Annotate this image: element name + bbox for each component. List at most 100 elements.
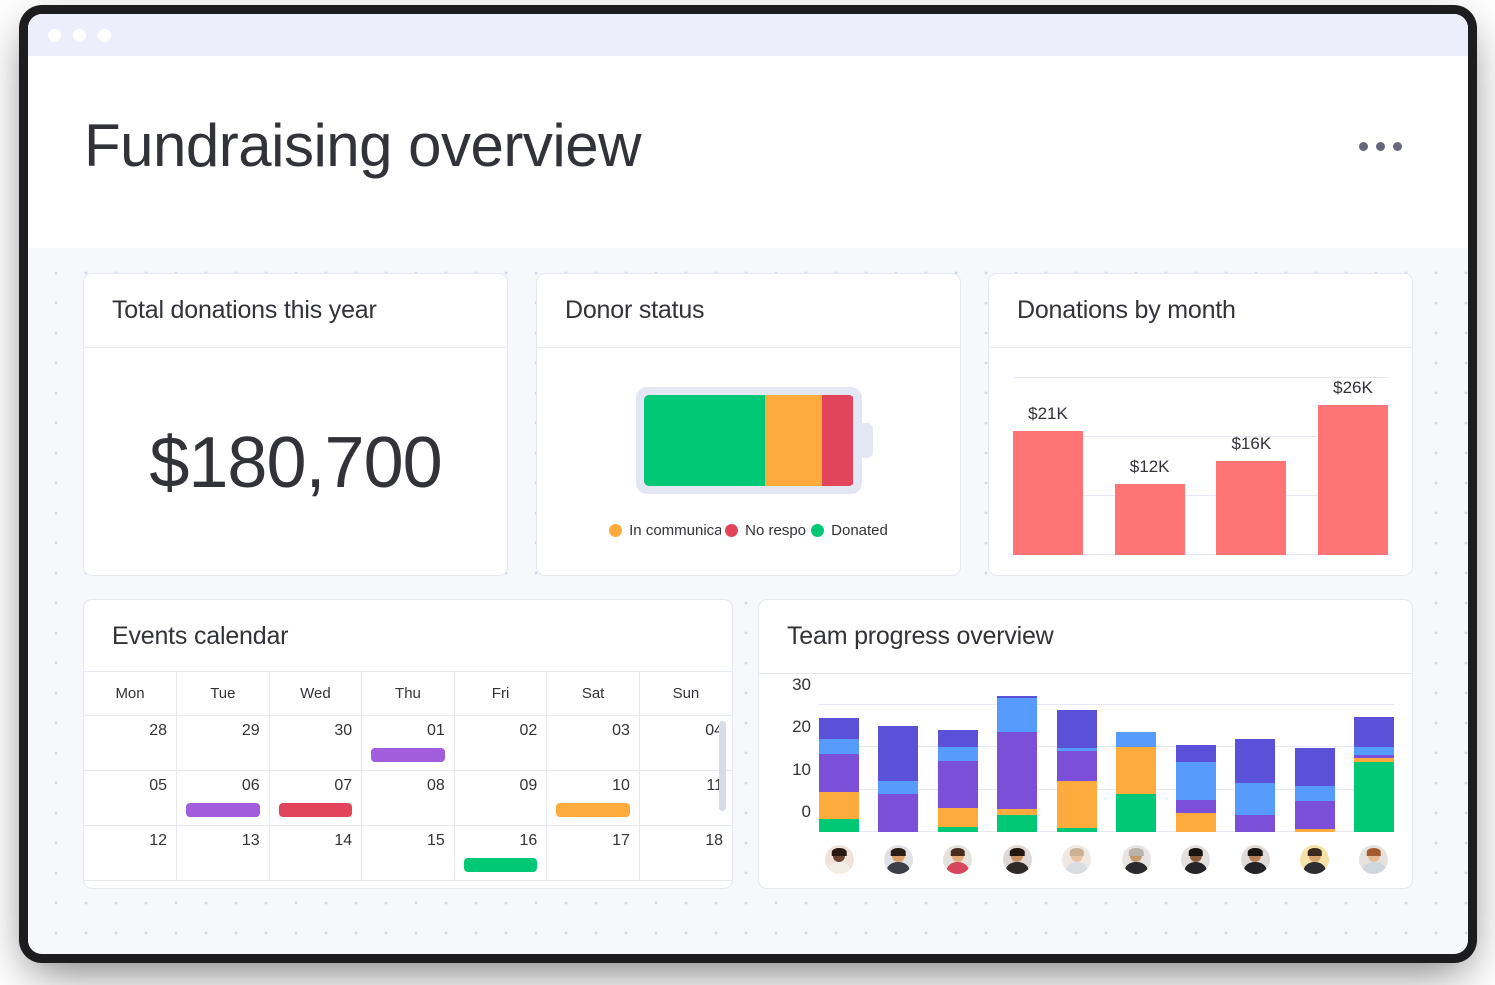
calendar-event-bar[interactable]	[186, 803, 260, 817]
stacked-bar-segment-violet[interactable]	[1175, 800, 1216, 813]
stacked-bar-segment-orange[interactable]	[937, 807, 978, 827]
bar[interactable]	[1013, 431, 1083, 555]
stacked-bar-column[interactable]	[997, 692, 1038, 832]
stacked-bar-column[interactable]	[1235, 692, 1276, 832]
bar[interactable]	[1317, 405, 1388, 555]
stacked-bar-column[interactable]	[1116, 692, 1157, 832]
stacked-bar-segment-light-blue[interactable]	[937, 747, 978, 762]
bar-column[interactable]: $21K	[1013, 378, 1083, 555]
stacked-bar-segment-light-blue[interactable]	[1175, 762, 1216, 801]
stacked-bar-segment-light-blue[interactable]	[1116, 732, 1157, 748]
stacked-bar-segment-violet[interactable]	[1056, 751, 1097, 782]
stacked-bar-segment-indigo[interactable]	[1235, 738, 1276, 784]
stacked-bar-segment-green[interactable]	[997, 815, 1038, 832]
stacked-bar-segment-green[interactable]	[937, 826, 978, 832]
calendar-day-cell[interactable]: 09	[454, 770, 548, 826]
stacked-bar-column[interactable]	[1353, 692, 1394, 832]
calendar-day-cell[interactable]: 28	[84, 715, 178, 771]
calendar-day-cell[interactable]: 14	[269, 825, 363, 881]
calendar-day-cell[interactable]: 30	[269, 715, 363, 771]
calendar-scrollbar[interactable]	[719, 721, 726, 811]
stacked-bar-segment-indigo[interactable]	[1353, 717, 1394, 747]
y-axis-tick-label: 30	[792, 674, 811, 694]
calendar-day-cell[interactable]: 03	[546, 715, 640, 771]
calendar-day-cell[interactable]: 18	[639, 825, 732, 881]
avatar[interactable]	[883, 845, 913, 874]
avatar[interactable]	[1121, 845, 1151, 874]
window-dot-maximize[interactable]	[98, 28, 111, 42]
stacked-bar-column[interactable]	[1175, 692, 1216, 832]
calendar-day-cell[interactable]: 08	[361, 770, 455, 826]
calendar-day-cell[interactable]: 29	[176, 715, 270, 771]
more-options-icon[interactable]	[1349, 132, 1412, 161]
stacked-bar-segment-light-blue[interactable]	[878, 781, 919, 794]
bar[interactable]	[1216, 460, 1287, 555]
legend-item: Donated	[811, 522, 888, 539]
avatar[interactable]	[943, 845, 973, 874]
stacked-bar-segment-violet[interactable]	[1294, 801, 1335, 829]
window-dot-close[interactable]	[48, 28, 61, 42]
avatar[interactable]	[1240, 845, 1270, 874]
calendar-day-cell[interactable]: 16	[454, 825, 548, 881]
stacked-bar-column[interactable]	[1056, 692, 1097, 832]
total-donations-value: $180,700	[149, 422, 442, 503]
calendar-day-cell[interactable]: 17	[546, 825, 640, 881]
bar-column[interactable]: $26K	[1317, 378, 1388, 555]
stacked-bar-segment-indigo[interactable]	[1056, 709, 1097, 749]
stacked-bar-segment-orange[interactable]	[1175, 812, 1216, 832]
stacked-bar-segment-light-blue[interactable]	[1235, 783, 1276, 816]
stacked-bar-segment-indigo[interactable]	[819, 717, 859, 739]
stacked-bar-segment-light-blue[interactable]	[1294, 786, 1335, 802]
bar-column[interactable]: $16K	[1216, 378, 1287, 555]
stacked-bar-segment-violet[interactable]	[1235, 815, 1276, 832]
stacked-bar-segment-indigo[interactable]	[1175, 745, 1216, 763]
calendar-event-bar[interactable]	[278, 803, 353, 817]
stacked-bar-segment-violet[interactable]	[937, 761, 978, 808]
stacked-bar-column[interactable]	[937, 692, 978, 832]
stacked-bar-segment-violet[interactable]	[878, 793, 919, 832]
avatar[interactable]	[1359, 845, 1389, 874]
stacked-bar-column[interactable]	[819, 692, 859, 832]
stacked-bar-segment-green[interactable]	[819, 819, 859, 832]
stacked-bar-segment-green[interactable]	[1353, 762, 1394, 832]
calendar-event-bar[interactable]	[463, 858, 538, 872]
calendar-day-cell[interactable]: 13	[176, 825, 270, 881]
calendar-day-cell[interactable]: 10	[546, 770, 640, 826]
calendar-day-cell[interactable]: 06	[176, 770, 270, 826]
stacked-bar-segment-green[interactable]	[1116, 793, 1157, 832]
stacked-bar-segment-indigo[interactable]	[1294, 748, 1335, 787]
stacked-bar-segment-orange[interactable]	[1294, 828, 1335, 832]
stacked-bar-column[interactable]	[1294, 692, 1335, 832]
calendar-day-cell[interactable]: 05	[84, 770, 178, 826]
stacked-bar-column[interactable]	[878, 692, 919, 832]
stacked-bar-segment-light-blue[interactable]	[997, 698, 1038, 733]
stacked-bar-segment-orange[interactable]	[1116, 747, 1157, 794]
battery-segment-2	[821, 394, 854, 486]
avatar[interactable]	[1181, 845, 1211, 874]
stacked-bar-segment-violet[interactable]	[997, 732, 1038, 809]
calendar-event-bar[interactable]	[556, 803, 630, 817]
calendar-day-cell[interactable]: 01	[361, 715, 455, 771]
calendar-weekday-header: Tue	[176, 671, 270, 716]
stacked-bar-segment-indigo[interactable]	[937, 730, 978, 748]
calendar-scroll-area[interactable]: Mon Tue Wed Thu Fri Sat Sun 28 29 30 01 02 03 04 05 06…	[84, 671, 732, 885]
stacked-bar-segment-green[interactable]	[1056, 827, 1097, 832]
stacked-bar-segment-indigo[interactable]	[878, 725, 919, 782]
avatar[interactable]	[824, 845, 854, 874]
bar-column[interactable]: $12K	[1114, 378, 1185, 555]
calendar-day-cell[interactable]: 12	[84, 825, 178, 881]
window-dot-minimize[interactable]	[73, 28, 86, 42]
avatar[interactable]	[1062, 845, 1092, 874]
calendar-event-bar[interactable]	[371, 748, 445, 762]
stacked-bar-segment-orange[interactable]	[819, 791, 859, 820]
stacked-bar-segment-light-blue[interactable]	[819, 738, 859, 754]
stacked-bar-segment-orange[interactable]	[1056, 781, 1097, 828]
stacked-bar-segment-light-blue[interactable]	[1353, 746, 1394, 756]
bar[interactable]	[1114, 484, 1185, 555]
avatar[interactable]	[1300, 845, 1329, 874]
avatar[interactable]	[1002, 845, 1032, 874]
calendar-day-cell[interactable]: 07	[269, 770, 363, 826]
stacked-bar-segment-violet[interactable]	[819, 753, 859, 792]
calendar-day-cell[interactable]: 02	[454, 715, 548, 771]
calendar-day-cell[interactable]: 15	[361, 825, 455, 881]
